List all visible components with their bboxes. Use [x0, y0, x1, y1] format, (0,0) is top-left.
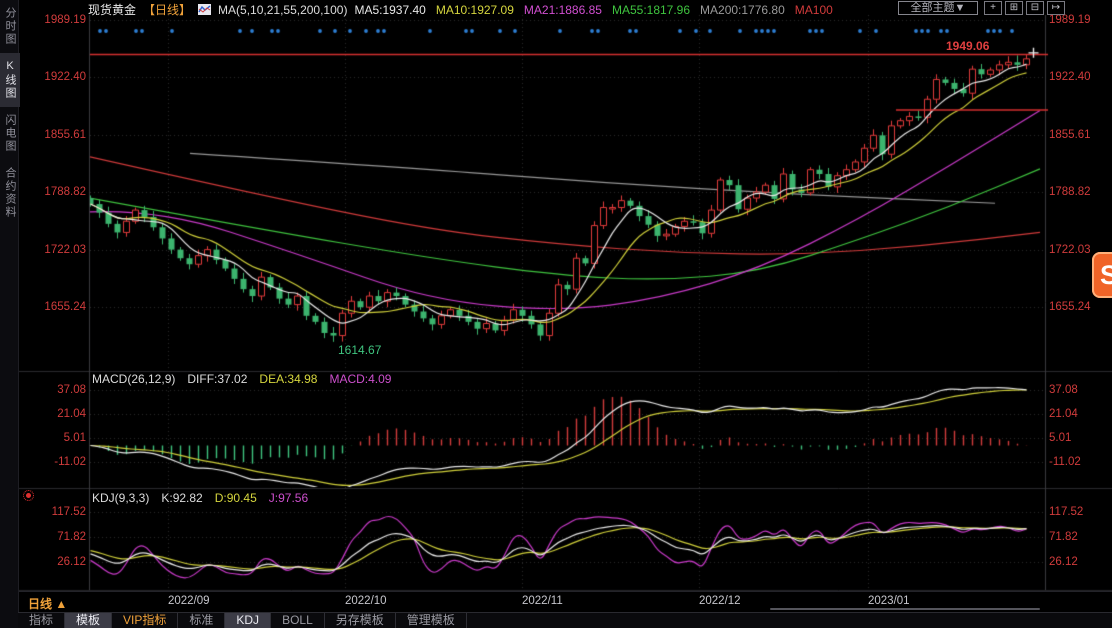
tab-indicators[interactable]: 指标 [18, 613, 65, 628]
macd-dea-value: DEA:34.98 [259, 372, 317, 386]
axis-label: 1788.82 [24, 186, 86, 198]
sidebar-item-kline-chart[interactable]: K线图 [0, 53, 20, 107]
axis-label: 71.82 [24, 531, 86, 543]
date-axis-label: 2022/11 [522, 595, 563, 607]
ma-values: MA5:1937.40 MA10:1927.09 MA21:1886.85 MA55:… [354, 3, 832, 17]
zoom-x-axis-icon[interactable]: ⊟ [1026, 1, 1044, 15]
macd-diff-value: DIFF:37.02 [187, 372, 247, 386]
chart-scrollbar[interactable] [770, 608, 1040, 610]
axis-label: 26.12 [24, 556, 86, 568]
axis-label: 37.08 [1049, 384, 1078, 396]
period-selector-button[interactable]: 日线 ▲ [28, 595, 67, 612]
pan-right-icon[interactable]: ↦ [1047, 1, 1065, 15]
tab-kdj[interactable]: KDJ [225, 613, 271, 628]
axis-label: 1722.03 [1049, 244, 1091, 256]
kdj-k-value: K:92.82 [161, 491, 202, 505]
left-sidebar: 分时图K线图闪电图合约资料 [0, 0, 19, 628]
axis-label: 1922.40 [1049, 71, 1091, 83]
chart-header: 现货黄金 【日线】 MA(5,10,21,55,200,100) MA5:193… [18, 0, 1112, 16]
tab-manage-template[interactable]: 管理模板 [396, 613, 467, 628]
date-axis-label: 2023/01 [868, 595, 910, 607]
kdj-label-row: KDJ(9,3,3) K:92.82 D:90.45 J:97.56 [92, 491, 308, 505]
tab-templates[interactable]: 模板 [65, 613, 112, 628]
ma-legend-item: MA100 [795, 3, 833, 17]
zoom-y-axis-icon[interactable]: ⊞ [1005, 1, 1023, 15]
floating-service-badge[interactable]: S [1092, 252, 1112, 298]
axis-label: 1655.24 [1049, 301, 1091, 313]
axis-label: 71.82 [1049, 531, 1078, 543]
axis-label: 1722.03 [24, 244, 86, 256]
ma-legend-item: MA55:1817.96 [612, 3, 690, 17]
date-axis-label: 2022/09 [168, 595, 210, 607]
axis-label: 1788.82 [1049, 186, 1091, 198]
axis-label: 26.12 [1049, 556, 1078, 568]
ma-legend-item: MA5:1937.40 [354, 3, 425, 17]
period-tag: 【日线】 [143, 1, 191, 18]
resistance-price-label: 1949.06 [946, 39, 989, 53]
tab-boll[interactable]: BOLL [271, 613, 325, 628]
theme-dropdown-button[interactable]: 全部主题▼ [898, 1, 978, 15]
axis-label: 1855.61 [24, 129, 86, 141]
trading-app-window: 分时图K线图闪电图合约资料 现货黄金 【日线】 MA(5,10,21,55,20… [0, 0, 1112, 628]
indicator-legend-row: 现货黄金 【日线】 MA(5,10,21,55,200,100) MA5:193… [88, 1, 833, 18]
axis-label: 5.01 [1049, 432, 1071, 444]
indicator-settings-icon[interactable] [23, 490, 34, 501]
axis-label: 5.01 [24, 432, 86, 444]
sidebar-item-lightning-chart[interactable]: 闪电图 [0, 107, 20, 160]
axis-label: -11.02 [24, 456, 86, 468]
date-axis-label: 2022/10 [345, 595, 387, 607]
ma-settings-icon[interactable] [198, 4, 211, 15]
axis-label: 117.52 [24, 506, 86, 518]
axis-label: 1922.40 [24, 71, 86, 83]
ma-legend-item: MA10:1927.09 [436, 3, 514, 17]
kdj-j-value: J:97.56 [269, 491, 308, 505]
kline-chart-canvas[interactable] [0, 0, 1112, 628]
ma-legend-item: MA200:1776.80 [700, 3, 785, 17]
tab-vip-indicators[interactable]: VIP指标 [112, 613, 178, 628]
time-axis-row: 日线 ▲ 2022/09 2022/10 2022/11 2022/12 2023/01 [18, 591, 1112, 613]
kdj-title[interactable]: KDJ(9,3,3) [92, 491, 149, 505]
axis-label: 37.08 [24, 384, 86, 396]
axis-label: 117.52 [1049, 506, 1083, 518]
ma-settings-label: MA(5,10,21,55,200,100) [218, 3, 347, 17]
axis-label: 21.04 [24, 408, 86, 420]
symbol-title: 现货黄金 [88, 1, 136, 18]
ma-legend-item: MA21:1886.85 [524, 3, 602, 17]
macd-title[interactable]: MACD(26,12,9) [92, 372, 175, 386]
axis-label: 21.04 [1049, 408, 1078, 420]
axis-label: -11.02 [1049, 456, 1081, 468]
crosshair-icon[interactable]: + [984, 1, 1002, 15]
sidebar-item-contract-info[interactable]: 合约资料 [0, 160, 20, 226]
axis-label: 1655.24 [24, 301, 86, 313]
macd-macd-value: MACD:4.09 [329, 372, 391, 386]
tab-standard[interactable]: 标准 [178, 613, 225, 628]
bottom-tab-bar: 指标模板VIP指标标准KDJBOLL另存模板管理模板 [18, 612, 1112, 628]
axis-label: 1855.61 [1049, 129, 1091, 141]
sidebar-item-time-share-chart[interactable]: 分时图 [0, 0, 20, 53]
tab-save-template[interactable]: 另存模板 [325, 613, 396, 628]
date-axis-label: 2022/12 [699, 595, 741, 607]
lowest-price-label: 1614.67 [338, 343, 381, 357]
macd-label-row: MACD(26,12,9) DIFF:37.02 DEA:34.98 MACD:… [92, 372, 391, 386]
kdj-d-value: D:90.45 [215, 491, 257, 505]
